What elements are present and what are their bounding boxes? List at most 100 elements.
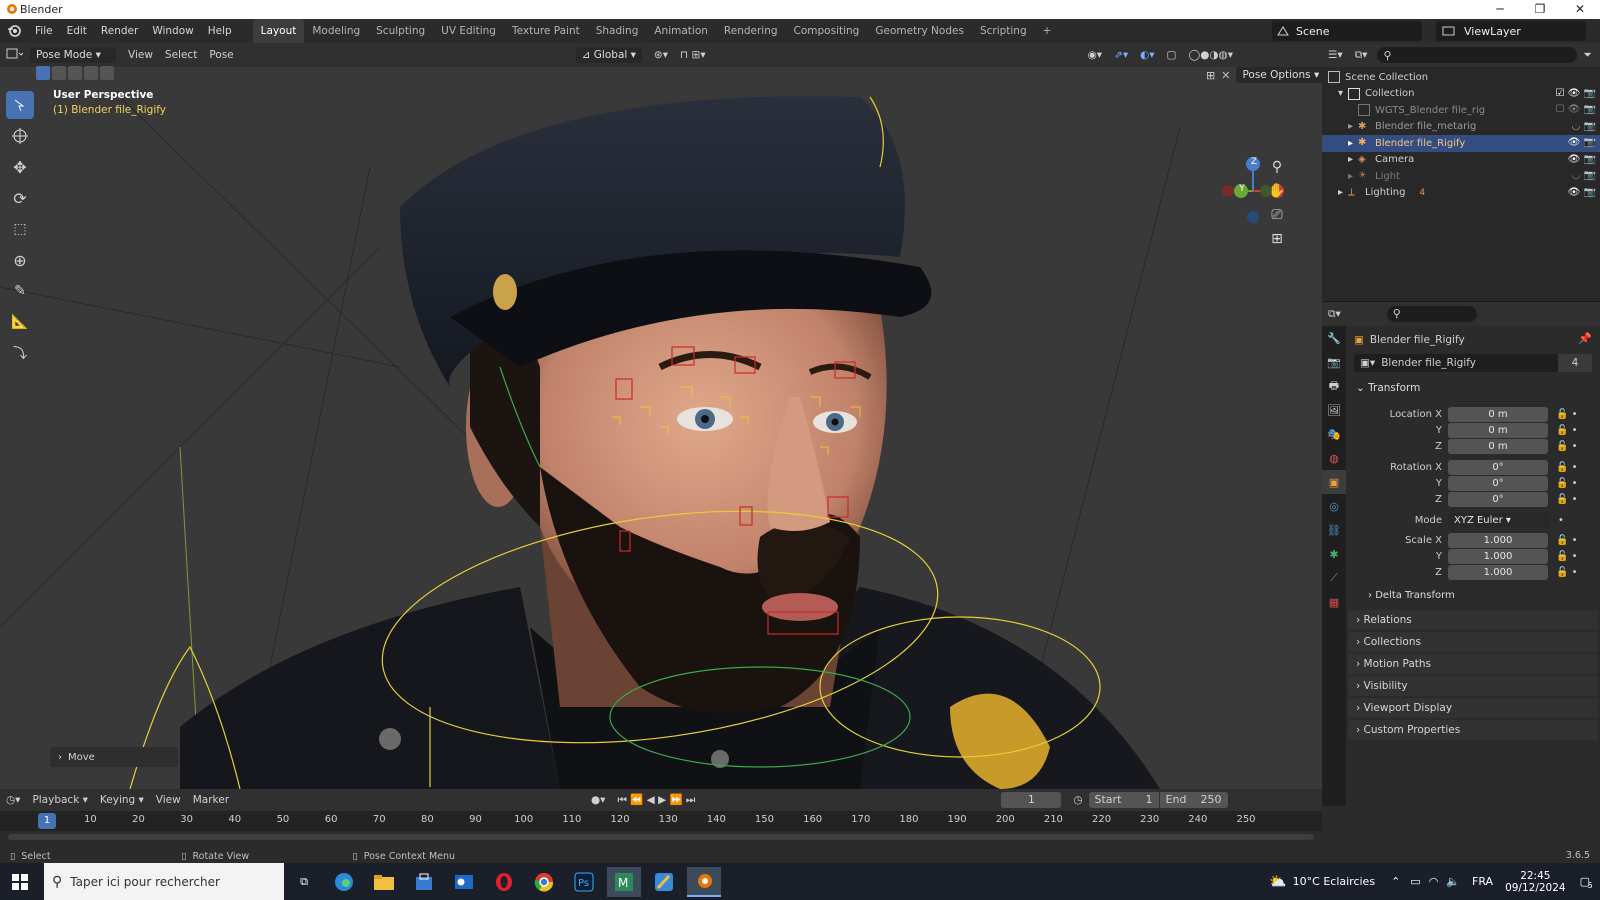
preview-range-icon[interactable]: ◷ — [1067, 794, 1088, 806]
tab-geometry-nodes[interactable]: Geometry Nodes — [867, 19, 972, 43]
menu-window[interactable]: Window — [145, 19, 200, 43]
record-icon[interactable]: ●▾ — [585, 794, 611, 806]
wifi-icon[interactable]: ◠ — [1429, 875, 1439, 888]
bone-tab-icon[interactable]: ⟋ — [1322, 566, 1346, 590]
menu-view[interactable]: View — [150, 794, 187, 806]
keyframe-dot-icon[interactable]: • — [1558, 515, 1564, 526]
pose-options-dropdown[interactable]: Pose Options ▾ — [1236, 67, 1322, 83]
select-intersect-icon[interactable] — [100, 66, 114, 80]
scene-tab-icon[interactable]: 🎭 — [1322, 422, 1346, 446]
scale-z-field[interactable]: 1.000 — [1448, 564, 1548, 580]
location-z-field[interactable]: 0 m — [1448, 438, 1548, 454]
tab-shading[interactable]: Shading — [588, 19, 647, 43]
row-toggle-icons[interactable]: 👁 📷 — [1568, 137, 1596, 148]
app-paint-icon[interactable] — [647, 867, 681, 897]
lock-icon[interactable]: ⊞ — [1206, 69, 1215, 82]
timeline-ruler[interactable]: 1 10 20 30 40 50 60 70 80 90 100 110 120 130 140 150 16… — [0, 811, 1322, 831]
bone-envelope-tool[interactable]: ⤵ — [6, 339, 34, 367]
shading-modes-icon[interactable]: ◯●◑◍▾ — [1182, 49, 1239, 61]
tab-layout[interactable]: Layout — [252, 19, 305, 43]
rotation-y-field[interactable]: 0° — [1448, 475, 1548, 491]
properties-search-input[interactable]: ⚲ — [1386, 306, 1477, 322]
outliner-row-metarig[interactable]: ▸ ✱ Blender file_metarig ◡ 📷 — [1322, 119, 1600, 136]
start-frame-field[interactable]: Start 1 — [1088, 792, 1159, 808]
rotation-mode-dropdown[interactable]: XYZ Euler ▾ — [1448, 512, 1550, 528]
volume-icon[interactable]: 🔈 — [1446, 875, 1460, 888]
lock-icon[interactable]: 🔓 • — [1556, 551, 1578, 562]
datablock-field[interactable]: ▣▾ Blender file_Rigify 4 — [1354, 354, 1592, 372]
mode-dropdown[interactable]: Pose Mode ▾ — [30, 47, 116, 63]
taskbar-search-input[interactable]: ⚲ Taper ici pour rechercher — [44, 863, 284, 900]
relations-panel[interactable]: › Relations — [1348, 610, 1598, 630]
tab-scripting[interactable]: Scripting — [972, 19, 1035, 43]
display-mode-icon[interactable]: ⧉▾ — [1349, 49, 1374, 62]
zoom-icon[interactable]: ⚲ — [1265, 159, 1289, 183]
playback-controls[interactable]: ⏮ ⏪ ◀ ▶ ⏩ ⏭ — [611, 793, 701, 807]
playhead[interactable]: 1 — [38, 813, 56, 829]
viewport-display-panel[interactable]: › Viewport Display — [1348, 698, 1598, 718]
rotation-x-field[interactable]: 0° — [1448, 459, 1548, 475]
collections-panel[interactable]: › Collections — [1348, 632, 1598, 652]
tab-rendering[interactable]: Rendering — [716, 19, 786, 43]
xray-icon[interactable]: ▢ — [1161, 49, 1183, 61]
app-m-icon[interactable]: M — [607, 866, 641, 897]
editor-type-icon[interactable] — [0, 48, 30, 63]
pin-icon[interactable]: 📌 — [1578, 332, 1592, 345]
row-toggle-icons[interactable]: 👁 📷 — [1568, 154, 1596, 165]
lock-icon[interactable]: 🔓 • — [1556, 567, 1578, 578]
expand-icon[interactable]: ▸ — [1348, 154, 1358, 165]
windows-start-icon[interactable] — [3, 867, 37, 897]
maximize-button[interactable]: ❐ — [1520, 0, 1560, 19]
scale-x-field[interactable]: 1.000 — [1448, 532, 1548, 548]
outliner-row-lighting[interactable]: ▸ ⟂ Lighting 4 👁 📷 — [1322, 185, 1600, 202]
texture-tab-icon[interactable]: ▦ — [1322, 590, 1346, 614]
lock-icon[interactable]: 🔓 • — [1556, 478, 1578, 489]
clock[interactable]: 22:45 09/12/2024 — [1505, 870, 1566, 894]
store-icon[interactable] — [407, 867, 441, 897]
tab-uv-editing[interactable]: UV Editing — [433, 19, 504, 43]
expand-icon[interactable]: ▸ — [1348, 171, 1358, 182]
measure-tool[interactable]: 📐 — [6, 308, 34, 336]
language-indicator[interactable]: FRA — [1472, 875, 1493, 888]
menu-pose[interactable]: Pose — [203, 49, 239, 61]
expand-icon[interactable]: ▸ — [1348, 138, 1358, 149]
delta-transform-subpanel[interactable]: › Delta Transform — [1368, 590, 1455, 601]
output-tab-icon[interactable]: 🖶 — [1322, 374, 1346, 398]
menu-render[interactable]: Render — [94, 19, 145, 43]
menu-edit[interactable]: Edit — [60, 19, 94, 43]
row-toggle-icons[interactable]: ☑ 👁 📷 — [1556, 88, 1596, 99]
world-tab-icon[interactable]: ◍ — [1322, 446, 1346, 470]
outliner-row-rigify[interactable]: ▸ ✱ Blender file_Rigify 👁 📷 — [1322, 135, 1600, 152]
lock-icon[interactable]: 🔓 • — [1556, 494, 1578, 505]
scale-tool[interactable]: ⬚ — [6, 215, 34, 243]
chrome-icon[interactable] — [527, 867, 561, 897]
move-tool[interactable]: ✥ — [6, 153, 34, 181]
gizmo-toggle-icon[interactable]: ⇗▾ — [1108, 49, 1134, 61]
current-frame-field[interactable]: 1 — [1001, 792, 1062, 808]
tab-sculpting[interactable]: Sculpting — [368, 19, 433, 43]
physics-tab-icon[interactable]: ◎ — [1322, 494, 1346, 518]
select-box-tool[interactable] — [6, 91, 34, 119]
annotate-tool[interactable]: ✎ — [6, 277, 34, 305]
tab-animation[interactable]: Animation — [646, 19, 716, 43]
chevron-up-icon[interactable]: ⌃ — [1391, 875, 1400, 888]
select-new-icon[interactable] — [36, 66, 50, 80]
scene-selector[interactable]: Scene — [1272, 21, 1422, 41]
pivot-icon[interactable]: ⊛▾ — [648, 49, 674, 61]
transform-panel-header[interactable]: ⌄ Transform — [1356, 382, 1420, 394]
menu-playback[interactable]: Playback ▾ — [26, 794, 93, 806]
ortho-grid-icon[interactable]: ⊞ — [1265, 231, 1289, 255]
rotate-tool[interactable]: ⟳ — [6, 184, 34, 212]
menu-view[interactable]: View — [122, 49, 159, 61]
viewport-3d[interactable]: Z Y X User Perspective (1) Blender file_… — [0, 67, 1322, 789]
lock-icon[interactable]: 🔓 • — [1556, 462, 1578, 473]
last-operator-panel[interactable]: › Move — [50, 747, 178, 767]
datablock-users[interactable]: 4 — [1558, 354, 1592, 372]
timeline-editor-icon[interactable]: ◷▾ — [0, 794, 26, 806]
tab-modeling[interactable]: Modeling — [304, 19, 368, 43]
blender-menu-icon[interactable] — [0, 25, 28, 37]
rotation-z-field[interactable]: 0° — [1448, 491, 1548, 507]
constraints-tab-icon[interactable]: ⛓ — [1322, 518, 1346, 542]
menu-marker[interactable]: Marker — [187, 794, 235, 806]
motion-paths-panel[interactable]: › Motion Paths — [1348, 654, 1598, 674]
